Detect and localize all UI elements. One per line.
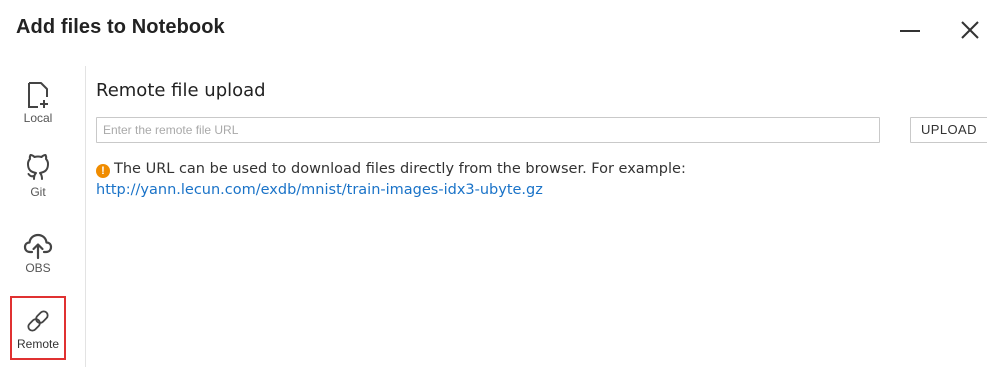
add-files-dialog: Add files to Notebook Local Git OBS Remo…	[0, 0, 987, 367]
upload-button[interactable]: UPLOAD	[910, 117, 987, 143]
url-hint: ! The URL can be used to download files d…	[96, 159, 686, 201]
link-icon	[22, 302, 54, 336]
sidebar-item-label: OBS	[25, 261, 51, 275]
hint-text: The URL can be used to download files di…	[114, 161, 686, 177]
close-button[interactable]	[950, 10, 987, 50]
sidebar-item-obs[interactable]: OBS	[10, 226, 66, 288]
minimize-button[interactable]	[890, 10, 930, 50]
close-icon	[961, 21, 979, 39]
sidebar-item-remote[interactable]: Remote	[10, 296, 66, 360]
sidebar-item-git[interactable]: Git	[10, 150, 66, 212]
example-url-link[interactable]: http://yann.lecun.com/exdb/mnist/train-i…	[96, 182, 543, 198]
sidebar-item-label: Git	[30, 185, 46, 199]
sidebar-item-local[interactable]: Local	[10, 76, 66, 138]
github-icon	[22, 150, 54, 184]
section-title: Remote file upload	[96, 80, 266, 101]
sidebar-item-label: Remote	[16, 337, 60, 351]
warning-icon: !	[96, 164, 110, 178]
sidebar-item-label: Local	[23, 111, 53, 125]
remote-url-input[interactable]	[96, 117, 880, 143]
sidebar-divider	[85, 66, 86, 367]
dialog-title: Add files to Notebook	[16, 16, 225, 38]
cloud-upload-icon	[22, 226, 54, 260]
add-file-icon	[22, 76, 54, 110]
minimize-icon	[900, 30, 920, 32]
